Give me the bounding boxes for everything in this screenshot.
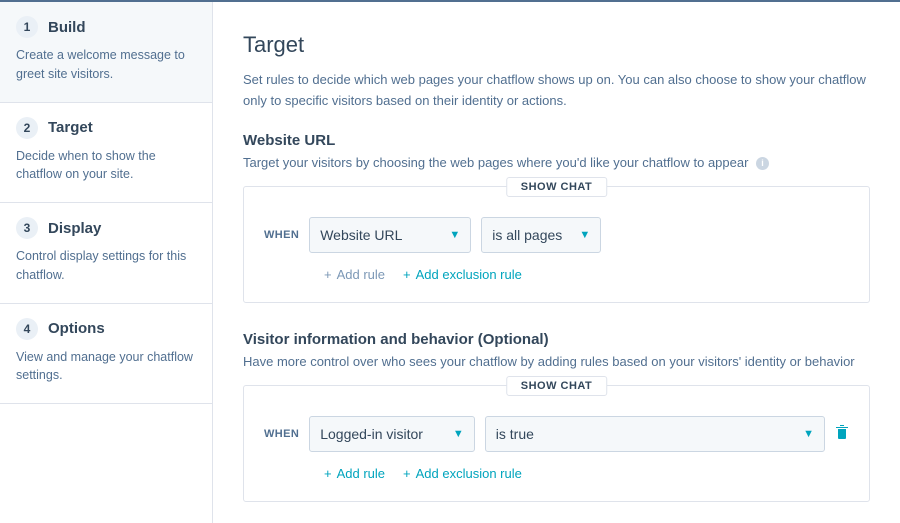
visitor-condition-select[interactable]: Logged-in visitor ▼ <box>309 416 475 452</box>
chevron-down-icon: ▼ <box>803 428 814 440</box>
visitor-info-heading: Visitor information and behavior (Option… <box>243 331 870 348</box>
plus-icon: + <box>324 466 332 481</box>
show-chat-label: SHOW CHAT <box>506 376 608 396</box>
plus-icon: + <box>403 466 411 481</box>
visitor-rule-box: SHOW CHAT WHEN Logged-in visitor ▼ is tr… <box>243 385 870 502</box>
sidebar-step-build[interactable]: 1 Build Create a welcome message to gree… <box>0 2 212 103</box>
plus-icon: + <box>403 267 411 282</box>
step-title: Options <box>48 320 105 337</box>
step-description: Create a welcome message to greet site v… <box>16 46 196 84</box>
step-number: 2 <box>16 117 38 139</box>
website-url-subtext: Target your visitors by choosing the web… <box>243 155 870 170</box>
step-description: View and manage your chatflow settings. <box>16 348 196 386</box>
main-content: Target Set rules to decide which web pag… <box>213 2 900 523</box>
when-label: WHEN <box>264 428 299 440</box>
step-title: Target <box>48 119 93 136</box>
chevron-down-icon: ▼ <box>453 428 464 440</box>
sidebar-step-display[interactable]: 3 Display Control display settings for t… <box>0 203 212 304</box>
delete-icon[interactable] <box>835 424 849 443</box>
website-url-heading: Website URL <box>243 132 870 149</box>
info-icon[interactable]: i <box>756 157 769 170</box>
step-number: 1 <box>16 16 38 38</box>
page-description: Set rules to decide which web pages your… <box>243 70 870 112</box>
sidebar-step-target[interactable]: 2 Target Decide when to show the chatflo… <box>0 103 212 204</box>
url-rule-box: SHOW CHAT WHEN Website URL ▼ is all page… <box>243 186 870 303</box>
add-rule-button[interactable]: + Add rule <box>324 466 385 481</box>
sidebar: 1 Build Create a welcome message to gree… <box>0 2 213 523</box>
add-rule-button[interactable]: + Add rule <box>324 267 385 282</box>
page-title: Target <box>243 32 870 58</box>
chevron-down-icon: ▼ <box>579 229 590 241</box>
when-label: WHEN <box>264 229 299 241</box>
plus-icon: + <box>324 267 332 282</box>
sidebar-step-options[interactable]: 4 Options View and manage your chatflow … <box>0 304 212 405</box>
add-exclusion-rule-button[interactable]: + Add exclusion rule <box>403 466 522 481</box>
step-description: Decide when to show the chatflow on your… <box>16 147 196 185</box>
step-description: Control display settings for this chatfl… <box>16 247 196 285</box>
chevron-down-icon: ▼ <box>449 229 460 241</box>
visitor-operator-select[interactable]: is true ▼ <box>485 416 825 452</box>
visitor-info-subtext: Have more control over who sees your cha… <box>243 354 870 369</box>
url-operator-select[interactable]: is all pages ▼ <box>481 217 601 253</box>
step-number: 4 <box>16 318 38 340</box>
url-condition-select[interactable]: Website URL ▼ <box>309 217 471 253</box>
show-chat-label: SHOW CHAT <box>506 177 608 197</box>
step-title: Build <box>48 19 86 36</box>
add-exclusion-rule-button[interactable]: + Add exclusion rule <box>403 267 522 282</box>
step-title: Display <box>48 220 101 237</box>
step-number: 3 <box>16 217 38 239</box>
